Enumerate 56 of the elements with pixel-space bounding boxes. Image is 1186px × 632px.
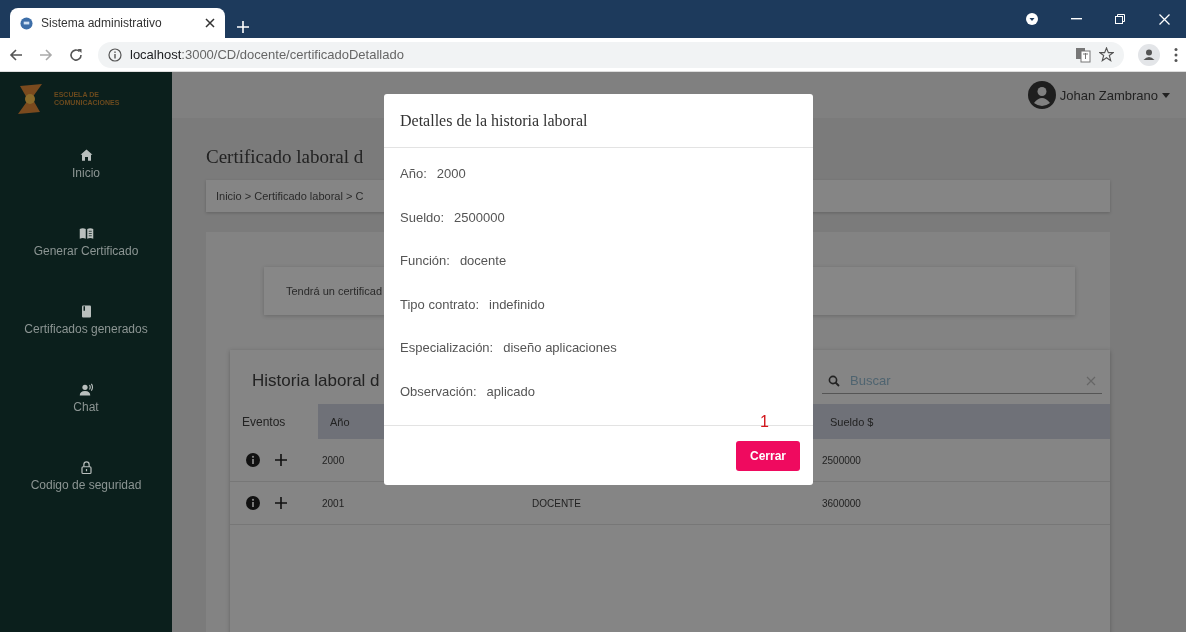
table-cell: 3600000: [822, 497, 861, 509]
annotation-number: 1: [760, 413, 769, 432]
user-menu[interactable]: Johan Zambrano: [1027, 81, 1170, 109]
field-label: Especialización:: [400, 340, 494, 356]
sidebar-item[interactable]: Inicio: [0, 125, 172, 203]
sidebar-item[interactable]: Codigo de seguridad: [0, 437, 172, 515]
sidebar-item[interactable]: Certificados generados: [0, 281, 172, 359]
field-value: aplicado: [486, 383, 536, 399]
profile-icon[interactable]: [1138, 43, 1160, 66]
table-cell: 2500000: [822, 454, 861, 466]
field-label: Sueldo:: [400, 209, 445, 225]
menu-icon[interactable]: [1174, 46, 1178, 63]
info-icon[interactable]: [108, 47, 122, 62]
table-cell: 2001: [322, 497, 345, 509]
address-bar[interactable]: localhost:3000/CD/docente/certificadoDetallado: [98, 41, 1124, 68]
restore-icon[interactable]: [1115, 14, 1125, 24]
page-title: Certificado laboral d: [206, 146, 365, 168]
search-icon: [828, 374, 840, 387]
field-label: Tipo contrato:: [400, 296, 479, 312]
field-value: 2500000: [454, 209, 505, 225]
info-icon[interactable]: [246, 496, 260, 510]
logo-icon: [18, 83, 44, 114]
field-label: Observación:: [400, 383, 477, 399]
lock-icon: [78, 460, 94, 475]
dropdown-icon[interactable]: [1026, 13, 1038, 25]
table-cell: DOCENTE: [532, 497, 581, 509]
browser-tab[interactable]: Sistema administrativo: [10, 8, 225, 38]
plus-icon[interactable]: [274, 496, 288, 510]
book-icon: [78, 226, 94, 241]
translate-icon[interactable]: [1075, 46, 1091, 63]
field-value: 2000: [436, 166, 466, 182]
table-cell: 2000: [322, 454, 345, 466]
tab-title: Sistema administrativo: [41, 16, 163, 30]
field-label: Año:: [400, 166, 427, 182]
home-icon: [78, 148, 94, 163]
field-value: docente: [459, 253, 507, 269]
caret-icon: [1162, 92, 1170, 98]
close-button[interactable]: Cerrar: [736, 440, 800, 471]
info-icon[interactable]: [246, 453, 260, 467]
table-title: Historia laboral d: [252, 371, 380, 391]
star-icon[interactable]: [1099, 47, 1114, 62]
field-value: diseño aplicaciones: [503, 340, 617, 356]
plus-icon[interactable]: [274, 453, 288, 467]
dialog-title: Detalles de la historia laboral: [400, 111, 588, 130]
globe-icon: [20, 16, 33, 30]
field-label: Función:: [400, 253, 450, 269]
field-value: indefinido: [489, 296, 545, 312]
chat-icon: [78, 382, 94, 397]
reload-icon[interactable]: [68, 46, 84, 63]
back-arrow-icon[interactable]: [8, 46, 24, 63]
column-header: Sueldo $: [818, 404, 1110, 439]
minimize-icon[interactable]: [1070, 18, 1082, 20]
avatar-icon: [1027, 81, 1056, 109]
sidebar-item[interactable]: Chat: [0, 359, 172, 437]
sidebar-item[interactable]: Generar Certificado: [0, 203, 172, 281]
close-icon[interactable]: [205, 18, 215, 28]
